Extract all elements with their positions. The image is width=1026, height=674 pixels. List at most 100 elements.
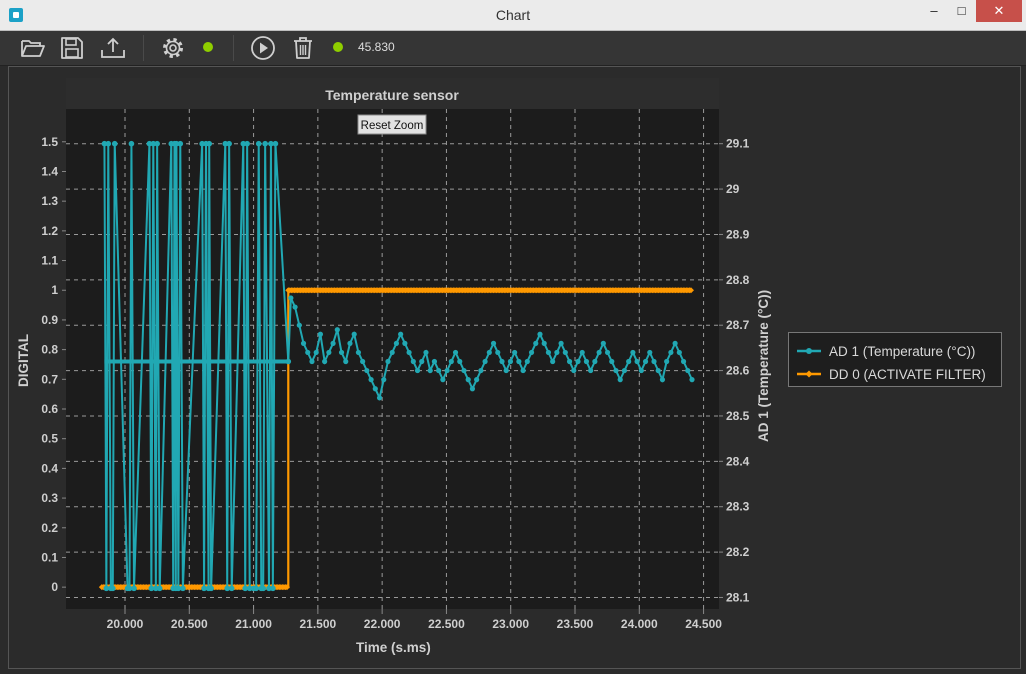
series-ad1-point <box>105 140 112 147</box>
x-axis-ticks: 20.000 20.500 21.000 21.500 22.000 22.500 23.0… <box>107 609 722 631</box>
series-ad1-point <box>228 585 235 592</box>
series-ad1-point <box>244 140 250 147</box>
series-ad1-point <box>651 358 657 365</box>
series-ad1-point <box>566 358 573 365</box>
series-ad1-point <box>334 327 340 333</box>
series-ad1-point <box>609 358 615 365</box>
right-tick-label: 28.2 <box>726 545 750 559</box>
series-ad1-point <box>465 377 471 383</box>
left-tick-label: 1.1 <box>41 254 58 268</box>
x-tick-label: 22.500 <box>428 617 465 631</box>
series-ad1-point <box>685 367 691 374</box>
legend-item-dd0[interactable]: DD 0 (ACTIVATE FILTER) <box>797 365 997 383</box>
right-axis-label: AD 1 (Temperature (°C)) <box>756 290 771 442</box>
reset-zoom-button[interactable]: Reset Zoom <box>357 114 427 135</box>
series-ad1-point <box>676 349 682 356</box>
series-ad1-point <box>330 340 336 346</box>
series-ad1-point <box>351 331 357 337</box>
series-ad1-point <box>355 349 362 356</box>
right-tick-label: 28.8 <box>726 273 750 287</box>
series-ad1-point <box>389 349 395 356</box>
series-ad1-point <box>300 340 307 346</box>
series-ad1-point <box>520 367 526 374</box>
left-tick-label: 0.3 <box>41 491 58 505</box>
series-ad1-point <box>655 367 661 374</box>
series-ad1-point <box>131 585 137 592</box>
series-ad1-point <box>588 367 594 374</box>
legend-label-ad1: AD 1 (Temperature (°C)) <box>829 343 976 359</box>
series-ad1-point <box>613 367 619 374</box>
legend-item-ad1[interactable]: AD 1 (Temperature (°C)) <box>797 342 997 360</box>
series-ad1-point <box>347 340 353 346</box>
series-ad1-point <box>156 585 163 592</box>
left-tick-label: 1 <box>51 283 58 297</box>
series-ad1-point <box>206 140 213 147</box>
series-ad1-point <box>262 140 268 147</box>
series-ad1-point <box>630 349 636 356</box>
left-tick-label: 0.4 <box>41 461 58 475</box>
series-ad1-point <box>469 386 476 392</box>
series-ad1-point <box>600 340 606 346</box>
left-tick-label: 0.2 <box>41 521 58 535</box>
series-ad1-point <box>516 358 522 365</box>
plot-background <box>66 109 719 609</box>
series-ad1-point <box>364 367 370 374</box>
series-ad1-point <box>410 358 416 365</box>
series-ad1-point <box>419 358 425 365</box>
series-ad1-point <box>668 349 674 356</box>
series-ad1-point <box>427 367 433 374</box>
left-axis-ticks: 0 0.1 0.2 0.3 0.4 0.5 0.6 0.7 0.8 0.9 1 1.1 1.2 1.3 1.… <box>41 135 66 594</box>
series-ad1-point <box>503 367 509 374</box>
chart-title: Temperature sensor <box>325 87 459 103</box>
series-ad1-point <box>452 349 459 356</box>
series-ad1-point <box>296 322 302 328</box>
series-ad1-point <box>128 140 135 147</box>
series-ad1-point <box>270 585 276 592</box>
series-ad1-point <box>305 349 311 356</box>
left-tick-label: 0.6 <box>41 402 58 416</box>
series-ad1-point <box>111 140 118 147</box>
right-axis-ticks: 28.1 28.2 28.3 28.4 28.5 28.6 28.7 28.8 28.9 29 29… <box>719 137 750 604</box>
legend-label-dd0: DD 0 (ACTIVATE FILTER) <box>829 366 986 382</box>
series-ad1-point <box>440 377 446 383</box>
left-tick-label: 1.5 <box>41 135 58 149</box>
series-ad1-point <box>368 377 374 383</box>
legend-swatch-ad1 <box>797 348 821 354</box>
series-ad1-point <box>672 340 678 346</box>
series-ad1-point <box>634 358 640 365</box>
right-tick-label: 29 <box>726 182 740 196</box>
series-ad1-point <box>664 358 670 365</box>
x-axis-label: Time (s.ms) <box>356 640 431 655</box>
series-ad1-point <box>680 358 687 365</box>
series-ad1-point <box>550 358 556 365</box>
x-tick-label: 21.000 <box>235 617 272 631</box>
series-ad1-point <box>617 377 623 383</box>
right-tick-label: 28.4 <box>726 454 750 468</box>
series-ad1-point <box>604 349 611 356</box>
series-ad1-point <box>545 349 552 356</box>
series-ad1-point <box>571 367 577 374</box>
series-ad1-point <box>642 358 649 365</box>
legend: AD 1 (Temperature (°C)) DD 0 (ACTIVATE F… <box>788 332 1002 387</box>
left-tick-label: 0.8 <box>41 343 58 357</box>
right-tick-label: 28.5 <box>726 409 750 423</box>
left-tick-label: 1.3 <box>41 194 58 208</box>
series-ad1-point <box>385 358 391 365</box>
series-ad1-point <box>313 349 319 356</box>
series-ad1-point <box>406 349 412 356</box>
series-ad1-point <box>398 331 404 337</box>
left-tick-label: 0.1 <box>41 550 58 564</box>
series-ad1-point <box>431 358 438 365</box>
series-ad1-point <box>255 140 262 147</box>
series-ad1-point <box>376 395 383 401</box>
reset-zoom-label[interactable]: Reset Zoom <box>361 120 424 132</box>
series-ad1-point <box>338 349 345 356</box>
series-ad1-point <box>478 367 484 374</box>
series-ad1-point <box>495 349 501 356</box>
right-tick-label: 28.7 <box>726 318 750 332</box>
series-ad1-point <box>423 349 429 356</box>
series-ad1-point <box>579 349 585 356</box>
series-ad1-point <box>457 358 463 365</box>
right-tick-label: 28.1 <box>726 590 750 604</box>
series-ad1-point <box>596 349 602 356</box>
